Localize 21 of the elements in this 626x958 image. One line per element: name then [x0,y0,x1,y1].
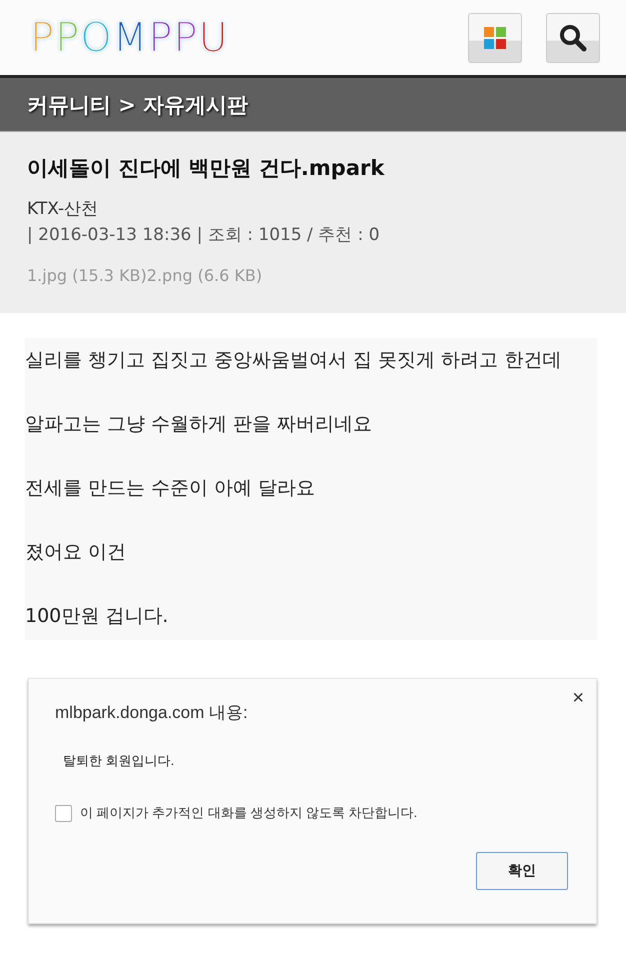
author-name: KTX-산천 [27,198,100,221]
post-text: 전세를 만드는 수준이 아예 달라요 [25,476,316,501]
close-button[interactable]: × [572,687,584,710]
dialog-message: 탈퇴한 회원입니다. [63,752,176,770]
menu-button[interactable] [468,12,522,62]
site-logo[interactable]: PPO M PPU [30,14,229,60]
post-text: 졌어요 이건 [25,540,128,565]
dialog-title: mlbpark.donga.com 내용: [55,702,249,724]
ok-button[interactable]: 확인 [476,852,568,890]
breadcrumb: 커뮤니티 > 자유게시판 [0,78,626,131]
checkbox[interactable] [55,804,72,822]
post-info: | 2016-03-13 18:36 | 조회 : 1015 / 추천 : 0 [27,224,381,247]
post-title: 이세돌이 진다에 백만원 건다.mpark [27,155,386,182]
attachments: 1.jpg (15.3 KB)2.png (6.6 KB) [27,266,264,285]
post-text: 실리를 챙기고 집짓고 중앙싸움벌여서 집 못짓게 하려고 한건데 [25,348,562,373]
grid-icon [484,26,506,48]
post-text: 100만원 겁니다. [25,604,170,629]
search-icon [559,24,587,52]
checkbox-label: 이 페이지가 추가적인 대화를 생성하지 않도록 차단합니다. [80,804,418,822]
search-button[interactable] [546,12,600,62]
post-text: 알파고는 그냥 수월하게 판을 짜버리네요 [25,412,374,437]
